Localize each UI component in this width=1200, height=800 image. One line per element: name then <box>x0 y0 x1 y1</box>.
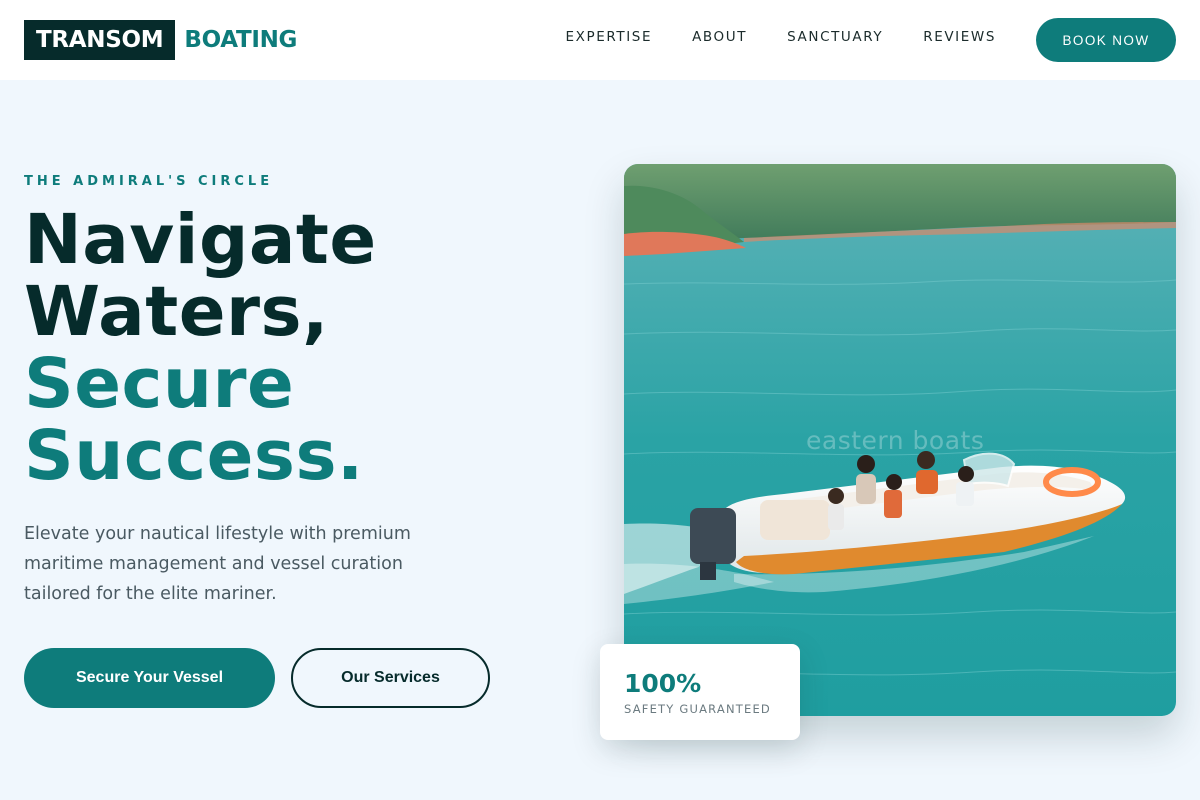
hero-subcopy: Elevate your nautical lifestyle with pre… <box>24 524 411 604</box>
nav-link-about[interactable]: ABOUT <box>692 29 747 45</box>
hero-boat-image: eastern boats <box>624 164 1176 716</box>
secure-vessel-button[interactable]: Secure Your Vessel <box>24 648 275 708</box>
book-now-button[interactable]: BOOK NOW <box>1036 18 1176 62</box>
logo-box: TRANSOM <box>24 20 176 60</box>
nav-link-expertise[interactable]: EXPERTISE <box>566 29 653 45</box>
stat-value: 100% <box>624 669 702 698</box>
headline-line-4: Success. <box>24 416 364 496</box>
image-watermark: eastern boats <box>806 426 985 455</box>
headline-line-3: Secure <box>24 344 295 424</box>
safety-stat-card: 100% SAFETY GUARANTEED <box>600 644 800 740</box>
headline-line-1: Navigate <box>24 200 377 280</box>
logo[interactable]: TRANSOM BOATING <box>24 20 297 60</box>
nav-link-sanctuary[interactable]: SANCTUARY <box>787 29 883 45</box>
nav-link-reviews[interactable]: REVIEWS <box>923 29 996 45</box>
nav-links: EXPERTISE ABOUT SANCTUARY REVIEWS <box>526 29 996 45</box>
logo-text: BOATING <box>184 27 298 53</box>
navbar: TRANSOM BOATING EXPERTISE ABOUT SANCTUAR… <box>0 0 1200 80</box>
stat-label: SAFETY GUARANTEED <box>624 702 771 716</box>
hero-eyebrow: THE ADMIRAL'S CIRCLE <box>24 174 274 189</box>
headline-line-2: Waters, <box>24 272 329 352</box>
our-services-button[interactable]: Our Services <box>291 648 490 708</box>
hero-headline: Navigate Waters, Secure Success. <box>24 204 377 492</box>
